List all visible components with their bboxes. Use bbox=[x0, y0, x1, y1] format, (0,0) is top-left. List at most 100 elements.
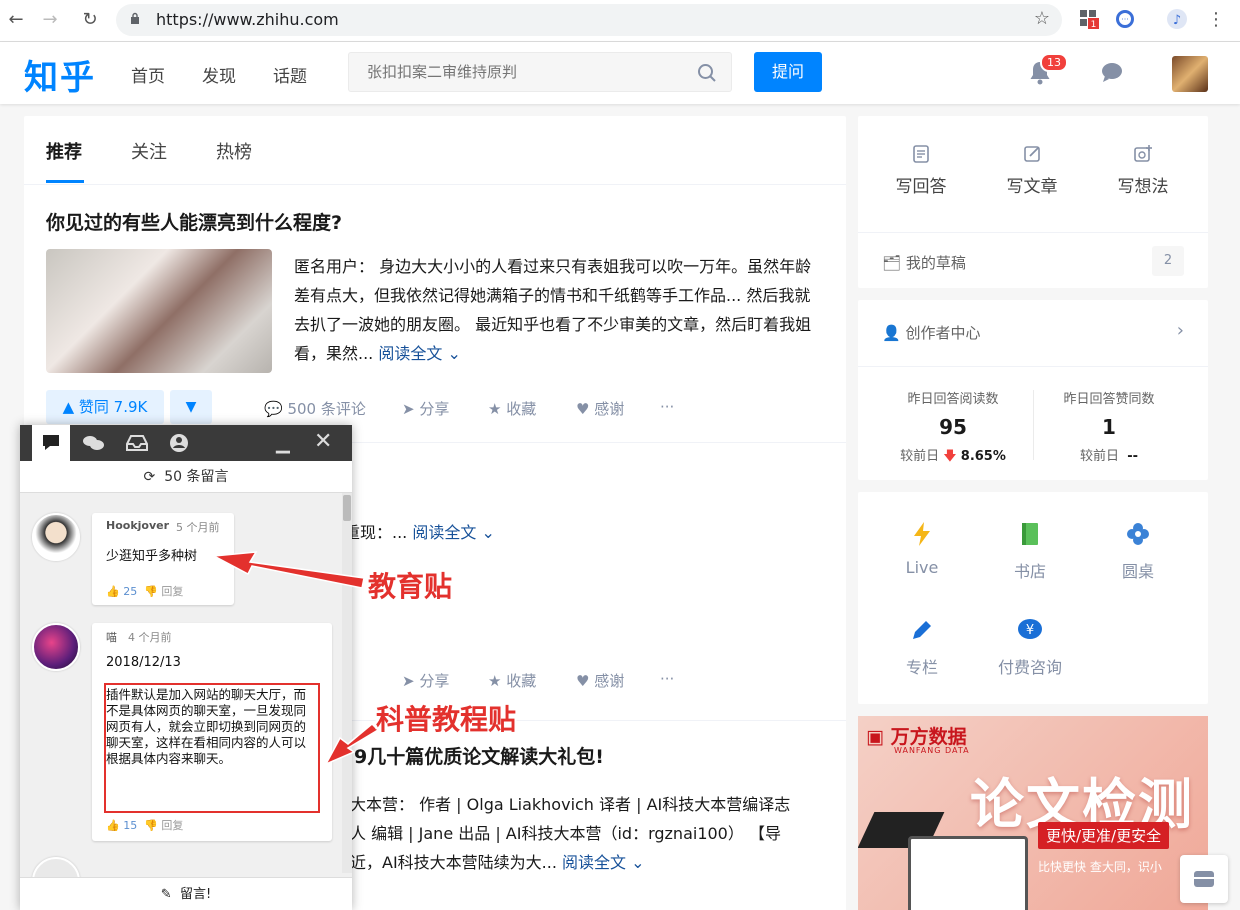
write-card: 写回答 写文章 写想法 🗂 我的草稿 2 bbox=[858, 116, 1208, 288]
chatroom-tab[interactable] bbox=[74, 425, 112, 461]
site-header: 知乎 首页 发现 话题 提问 13 bbox=[0, 42, 1240, 104]
yuan-chat-icon: ¥ bbox=[1018, 619, 1042, 639]
user-circle-icon bbox=[170, 434, 188, 452]
extension-icon[interactable]: 1 bbox=[1078, 8, 1100, 30]
book-icon bbox=[1022, 523, 1038, 545]
excerpt-text: 匿名用户： 身边大大小小的人看过来只有表姐我可以吹一万年。虽然年龄差有点大，但我… bbox=[294, 257, 812, 363]
write-divider bbox=[858, 232, 1208, 233]
idea-icon bbox=[1134, 145, 1152, 162]
inbox-icon bbox=[1194, 871, 1214, 887]
tool-bookstore[interactable]: 书店 bbox=[980, 520, 1080, 582]
search-icon[interactable] bbox=[697, 63, 717, 83]
write-answer-button[interactable]: 写回答 bbox=[871, 144, 971, 197]
close-icon[interactable]: ✕ bbox=[314, 429, 332, 454]
tool-roundtable[interactable]: 圆桌 bbox=[1088, 520, 1188, 582]
group-chat-icon bbox=[83, 436, 104, 450]
favorite-button[interactable]: ★ 收藏 bbox=[488, 398, 536, 419]
feed-item-title[interactable]: 你见过的有些人能漂亮到什么程度? bbox=[46, 208, 342, 235]
share-button[interactable]: ➤ 分享 bbox=[402, 398, 449, 419]
messages-icon[interactable] bbox=[1100, 60, 1124, 84]
tool-paid-consult[interactable]: ¥ 付费咨询 bbox=[980, 616, 1080, 678]
creator-center-link[interactable]: 👤 创作者中心 bbox=[882, 322, 980, 343]
feed-item3-title[interactable]: 9几十篇优质论文解读大礼包! bbox=[354, 742, 604, 769]
refresh-icon: ⟳ bbox=[143, 469, 156, 485]
stat-reads: 昨日回答阅读数 95 较前日 🡇 8.65% bbox=[900, 392, 1006, 464]
ad-cta: 更快/更准/更安全 bbox=[1038, 822, 1170, 849]
drafts-link[interactable]: 🗂 我的草稿 bbox=[882, 252, 966, 273]
back-icon[interactable]: ← bbox=[4, 9, 28, 30]
inbox-tab[interactable] bbox=[118, 425, 156, 461]
profile-tab[interactable] bbox=[160, 425, 198, 461]
panel-scrollbar[interactable] bbox=[342, 493, 352, 873]
feed-item2-excerpt[interactable]: 重现：... 阅读全文 ⌄ bbox=[344, 518, 644, 547]
thanks-button-2[interactable]: ♥ 感谢 bbox=[576, 670, 624, 691]
search-input[interactable] bbox=[349, 53, 679, 91]
reload-icon[interactable]: ↻ bbox=[78, 9, 102, 30]
ask-question-button[interactable]: 提问 bbox=[754, 52, 822, 92]
compose-button[interactable]: ✎ 留言! bbox=[20, 877, 352, 910]
lock-icon bbox=[131, 12, 139, 24]
pen-icon bbox=[1024, 146, 1040, 162]
ad-brand-sub: WANFANG DATA bbox=[894, 746, 970, 755]
music-extension-icon[interactable]: ♪ bbox=[1166, 8, 1188, 30]
write-article-button[interactable]: 写文章 bbox=[982, 144, 1082, 197]
downvote-button[interactable]: ▼ bbox=[170, 390, 212, 424]
minimize-icon[interactable]: ▁ bbox=[276, 433, 290, 454]
tabs-divider bbox=[24, 184, 846, 185]
tab-recommend[interactable]: 推荐 bbox=[46, 138, 82, 164]
pencil-icon bbox=[913, 621, 931, 639]
message-count-bar[interactable]: ⟳ 50 条留言 bbox=[20, 461, 352, 493]
chat-tab[interactable] bbox=[32, 425, 70, 461]
pinwheel-icon bbox=[1127, 523, 1149, 545]
tab-follow[interactable]: 关注 bbox=[131, 138, 167, 164]
active-tab-indicator bbox=[46, 180, 84, 183]
svg-text:1: 1 bbox=[1091, 20, 1097, 30]
zhihu-logo[interactable]: 知乎 bbox=[24, 50, 96, 99]
favorite-button-2[interactable]: ★ 收藏 bbox=[488, 670, 536, 691]
tool-live[interactable]: Live bbox=[872, 520, 972, 577]
comment-avatar[interactable] bbox=[32, 513, 80, 561]
read-more-link[interactable]: 阅读全文 ⌄ bbox=[378, 344, 461, 363]
highlighted-comment-text: 插件默认是加入网站的聊天大厅，而不是具体网页的聊天室，一旦发现同网页有人，就会立… bbox=[106, 687, 307, 766]
lightning-icon bbox=[914, 522, 930, 546]
write-idea-button[interactable]: 写想法 bbox=[1093, 144, 1193, 197]
comments-button[interactable]: 💬 500 条评论 bbox=[264, 398, 366, 419]
svg-text:···: ··· bbox=[1121, 15, 1129, 24]
book-illustration bbox=[908, 836, 1028, 910]
notification-badge: 13 bbox=[1040, 53, 1068, 72]
floating-tool-button[interactable] bbox=[1180, 855, 1228, 903]
feed-item-excerpt[interactable]: 匿名用户： 身边大大小小的人看过来只有表姐我可以吹一万年。虽然年龄差有点大，但我… bbox=[294, 252, 824, 368]
feed-item-actions: ▲ 赞同 7.9K ▼ 💬 500 条评论 ➤ 分享 ★ 收藏 ♥ 感谢 ··· bbox=[46, 390, 826, 424]
more-button-2[interactable]: ··· bbox=[660, 670, 674, 688]
read-more-link-3[interactable]: 阅读全文 ⌄ bbox=[562, 853, 645, 872]
stat-upvotes: 昨日回答赞同数 1 较前日 -- bbox=[1063, 392, 1155, 464]
ad-slogan: 比快更快 查大同，识小 bbox=[1038, 860, 1162, 874]
upvote-button[interactable]: ▲ 赞同 7.9K bbox=[46, 390, 164, 424]
search-box bbox=[348, 52, 732, 92]
chat-extension-panel: ▁ ✕ ⟳ 50 条留言 Hookjover 5 个月前 少逛知乎多种树 👍 2… bbox=[20, 425, 352, 910]
panel-titlebar: ▁ ✕ bbox=[20, 425, 352, 461]
tab-hot[interactable]: 热榜 bbox=[216, 138, 252, 164]
browser-menu-icon[interactable]: ⋮ bbox=[1204, 9, 1228, 30]
feed-item3-excerpt[interactable]: 大本营： 作者 | Olga Liakhovich 译者 | AI科技大本营编译… bbox=[350, 790, 830, 877]
drafts-count: 2 bbox=[1152, 246, 1184, 276]
more-button[interactable]: ··· bbox=[660, 398, 674, 416]
bookmark-star-icon[interactable]: ☆ bbox=[1034, 8, 1050, 29]
read-more-link-2[interactable]: 阅读全文 ⌄ bbox=[412, 523, 495, 542]
share-button-2[interactable]: ➤ 分享 bbox=[402, 670, 449, 691]
nav-home[interactable]: 首页 bbox=[131, 62, 165, 87]
chevron-right-icon[interactable]: › bbox=[1177, 320, 1184, 341]
chat-extension-icon[interactable]: ··· bbox=[1114, 8, 1136, 30]
forward-icon[interactable]: → bbox=[38, 9, 62, 30]
comment-avatar[interactable] bbox=[32, 623, 80, 671]
nav-topics[interactable]: 话题 bbox=[273, 62, 307, 87]
address-bar[interactable]: https://www.zhihu.com ☆ bbox=[116, 4, 1062, 36]
user-avatar[interactable] bbox=[1172, 56, 1208, 92]
feed-item-thumbnail[interactable] bbox=[46, 249, 272, 373]
svg-text:♪: ♪ bbox=[1173, 13, 1181, 28]
tool-column[interactable]: 专栏 bbox=[872, 616, 972, 678]
nav-explore[interactable]: 发现 bbox=[202, 62, 236, 87]
tray-icon bbox=[126, 435, 148, 451]
wanfang-ad[interactable]: ▣ 万方数据 WANFANG DATA 论文检测 更快/更准/更安全 比快更快 … bbox=[858, 716, 1208, 910]
thanks-button[interactable]: ♥ 感谢 bbox=[576, 398, 624, 419]
